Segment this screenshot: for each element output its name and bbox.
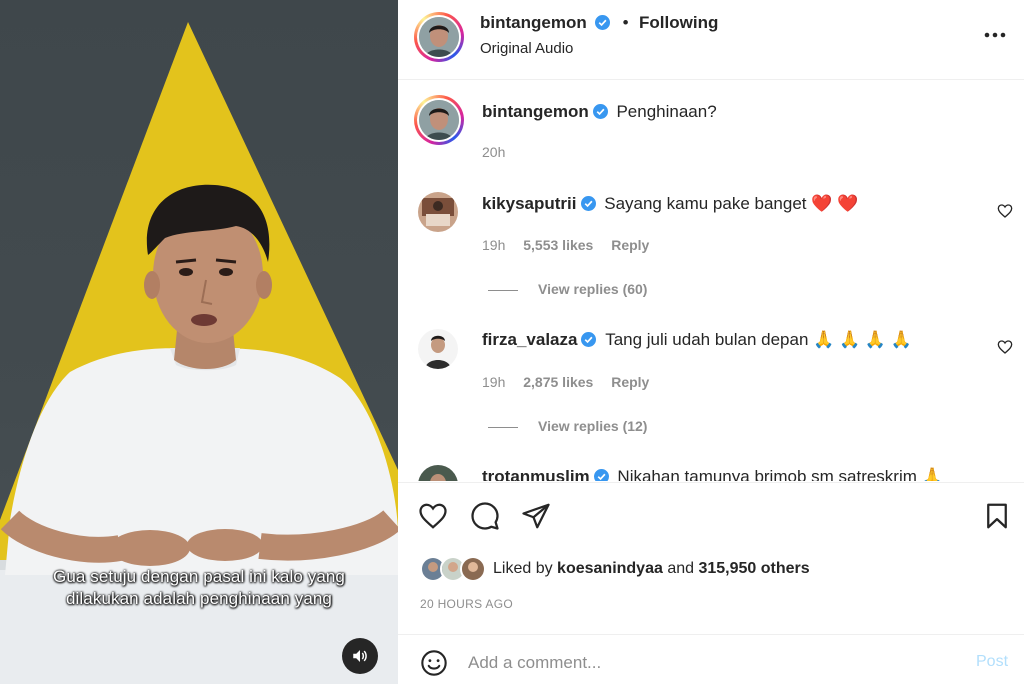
comment-text: firza_valaza Tang juli udah bulan depan … — [482, 329, 912, 351]
comment-body: Tang juli udah bulan depan 🙏 🙏 🙏 🙏 — [605, 330, 912, 349]
author-username[interactable]: bintangemon — [480, 13, 587, 32]
caption-text: bintangemon Penghinaan? — [482, 101, 717, 123]
verified-badge-icon — [595, 15, 611, 30]
save-bookmark-icon[interactable] — [982, 501, 1012, 531]
comment-avatar-image — [418, 465, 458, 481]
liked-by-prefix: Liked by — [493, 560, 553, 577]
emoji-smiley-icon[interactable] — [420, 649, 448, 677]
comment-likes[interactable]: 2,875 likes — [523, 374, 593, 390]
video-player[interactable]: Gua setuju dengan pasal ini kalo yang di… — [0, 0, 398, 684]
view-replies-button[interactable]: View replies (12) — [488, 418, 647, 434]
comment-text: trotanmuslim Nikahan tamunya brimob sm s… — [482, 466, 943, 481]
comment-username[interactable]: firza_valaza — [482, 330, 577, 349]
comment-text: kikysaputrii Sayang kamu pake banget ❤️ … — [482, 193, 858, 215]
original-audio-link[interactable]: Original Audio — [480, 40, 573, 57]
caption-avatar[interactable] — [414, 95, 464, 145]
verified-badge-icon — [580, 196, 596, 211]
following-button[interactable]: Following — [639, 13, 718, 32]
mute-button[interactable] — [342, 638, 378, 674]
comment-time: 19h — [482, 237, 506, 253]
view-replies-line — [488, 426, 518, 428]
comment-meta: 19h 2,875 likes Reply — [482, 374, 663, 390]
caption-body: Penghinaan? — [616, 102, 717, 121]
comment-username[interactable]: trotanmuslim — [482, 467, 590, 481]
view-replies-label: View replies (60) — [538, 281, 648, 297]
verified-badge-icon — [592, 104, 608, 119]
share-send-icon[interactable] — [521, 501, 551, 531]
view-replies-line — [488, 289, 518, 291]
comment-avatar-firza_valaza[interactable] — [418, 329, 458, 369]
liked-by-avatars — [420, 556, 486, 582]
post-timestamp[interactable]: 20 HOURS AGO — [420, 597, 513, 611]
caption-username[interactable]: bintangemon — [482, 102, 589, 121]
comment-time: 19h — [482, 374, 506, 390]
like-comment-heart-icon[interactable] — [997, 203, 1013, 219]
header-separator: • — [622, 13, 629, 32]
comment-avatar-trotanmuslim[interactable] — [418, 465, 458, 481]
comment-avatar-image — [418, 329, 458, 369]
view-replies-label: View replies (12) — [538, 418, 648, 434]
like-heart-icon[interactable] — [418, 501, 448, 531]
comment-avatar-kikysaputrii[interactable] — [418, 192, 458, 232]
subtitle-line-2: dilakukan adalah penghinaan yang — [66, 589, 332, 608]
like-comment-heart-icon[interactable] — [997, 339, 1013, 355]
post-button[interactable]: Post — [976, 653, 1008, 671]
post-actions: Liked by koesanindyaa and 315,950 others… — [398, 482, 1024, 612]
liked-by-and: and — [667, 560, 695, 577]
liked-avatar — [460, 556, 486, 582]
liked-by-text: Liked by koesanindyaa and 315,950 others — [493, 560, 810, 578]
comment-likes[interactable]: 5,553 likes — [523, 237, 593, 253]
comments-list[interactable]: bintangemon Penghinaan? 20h kikysaputrii… — [398, 81, 1024, 481]
subtitle-line-1: Gua setuju dengan pasal ini kalo yang — [53, 567, 345, 586]
author-avatar[interactable] — [414, 12, 464, 62]
speaker-icon — [353, 650, 367, 662]
verified-badge-icon — [581, 332, 597, 347]
add-comment-bar: Post — [398, 634, 1024, 684]
comment-username[interactable]: kikysaputrii — [482, 194, 577, 213]
video-subtitle: Gua setuju dengan pasal ini kalo yang di… — [0, 566, 398, 610]
liked-by-user[interactable]: koesanindyaa — [557, 560, 663, 577]
comment-input[interactable] — [468, 649, 948, 677]
caption-time: 20h — [482, 144, 506, 160]
post-panel: bintangemon • Following Original Audio b… — [398, 0, 1024, 684]
comment-avatar-image — [418, 192, 458, 232]
reply-button[interactable]: Reply — [611, 237, 649, 253]
caption-avatar-image — [419, 100, 459, 140]
liked-by-others[interactable]: 315,950 others — [698, 560, 809, 577]
more-horizontal-icon[interactable] — [982, 22, 1008, 48]
comment-meta: 19h 5,553 likes Reply — [482, 237, 663, 253]
comment-body: Sayang kamu pake banget ❤️ ❤️ — [604, 194, 859, 213]
header-title-row: bintangemon • Following — [480, 13, 718, 33]
comment-body: Nikahan tamunya brimob sm satreskrim 🙏 — [617, 467, 943, 481]
post-header: bintangemon • Following Original Audio — [398, 0, 1024, 80]
reply-button[interactable]: Reply — [611, 374, 649, 390]
view-replies-button[interactable]: View replies (60) — [488, 281, 647, 297]
verified-badge-icon — [593, 469, 609, 481]
comment-bubble-icon[interactable] — [470, 501, 500, 531]
author-avatar-image — [419, 17, 459, 57]
